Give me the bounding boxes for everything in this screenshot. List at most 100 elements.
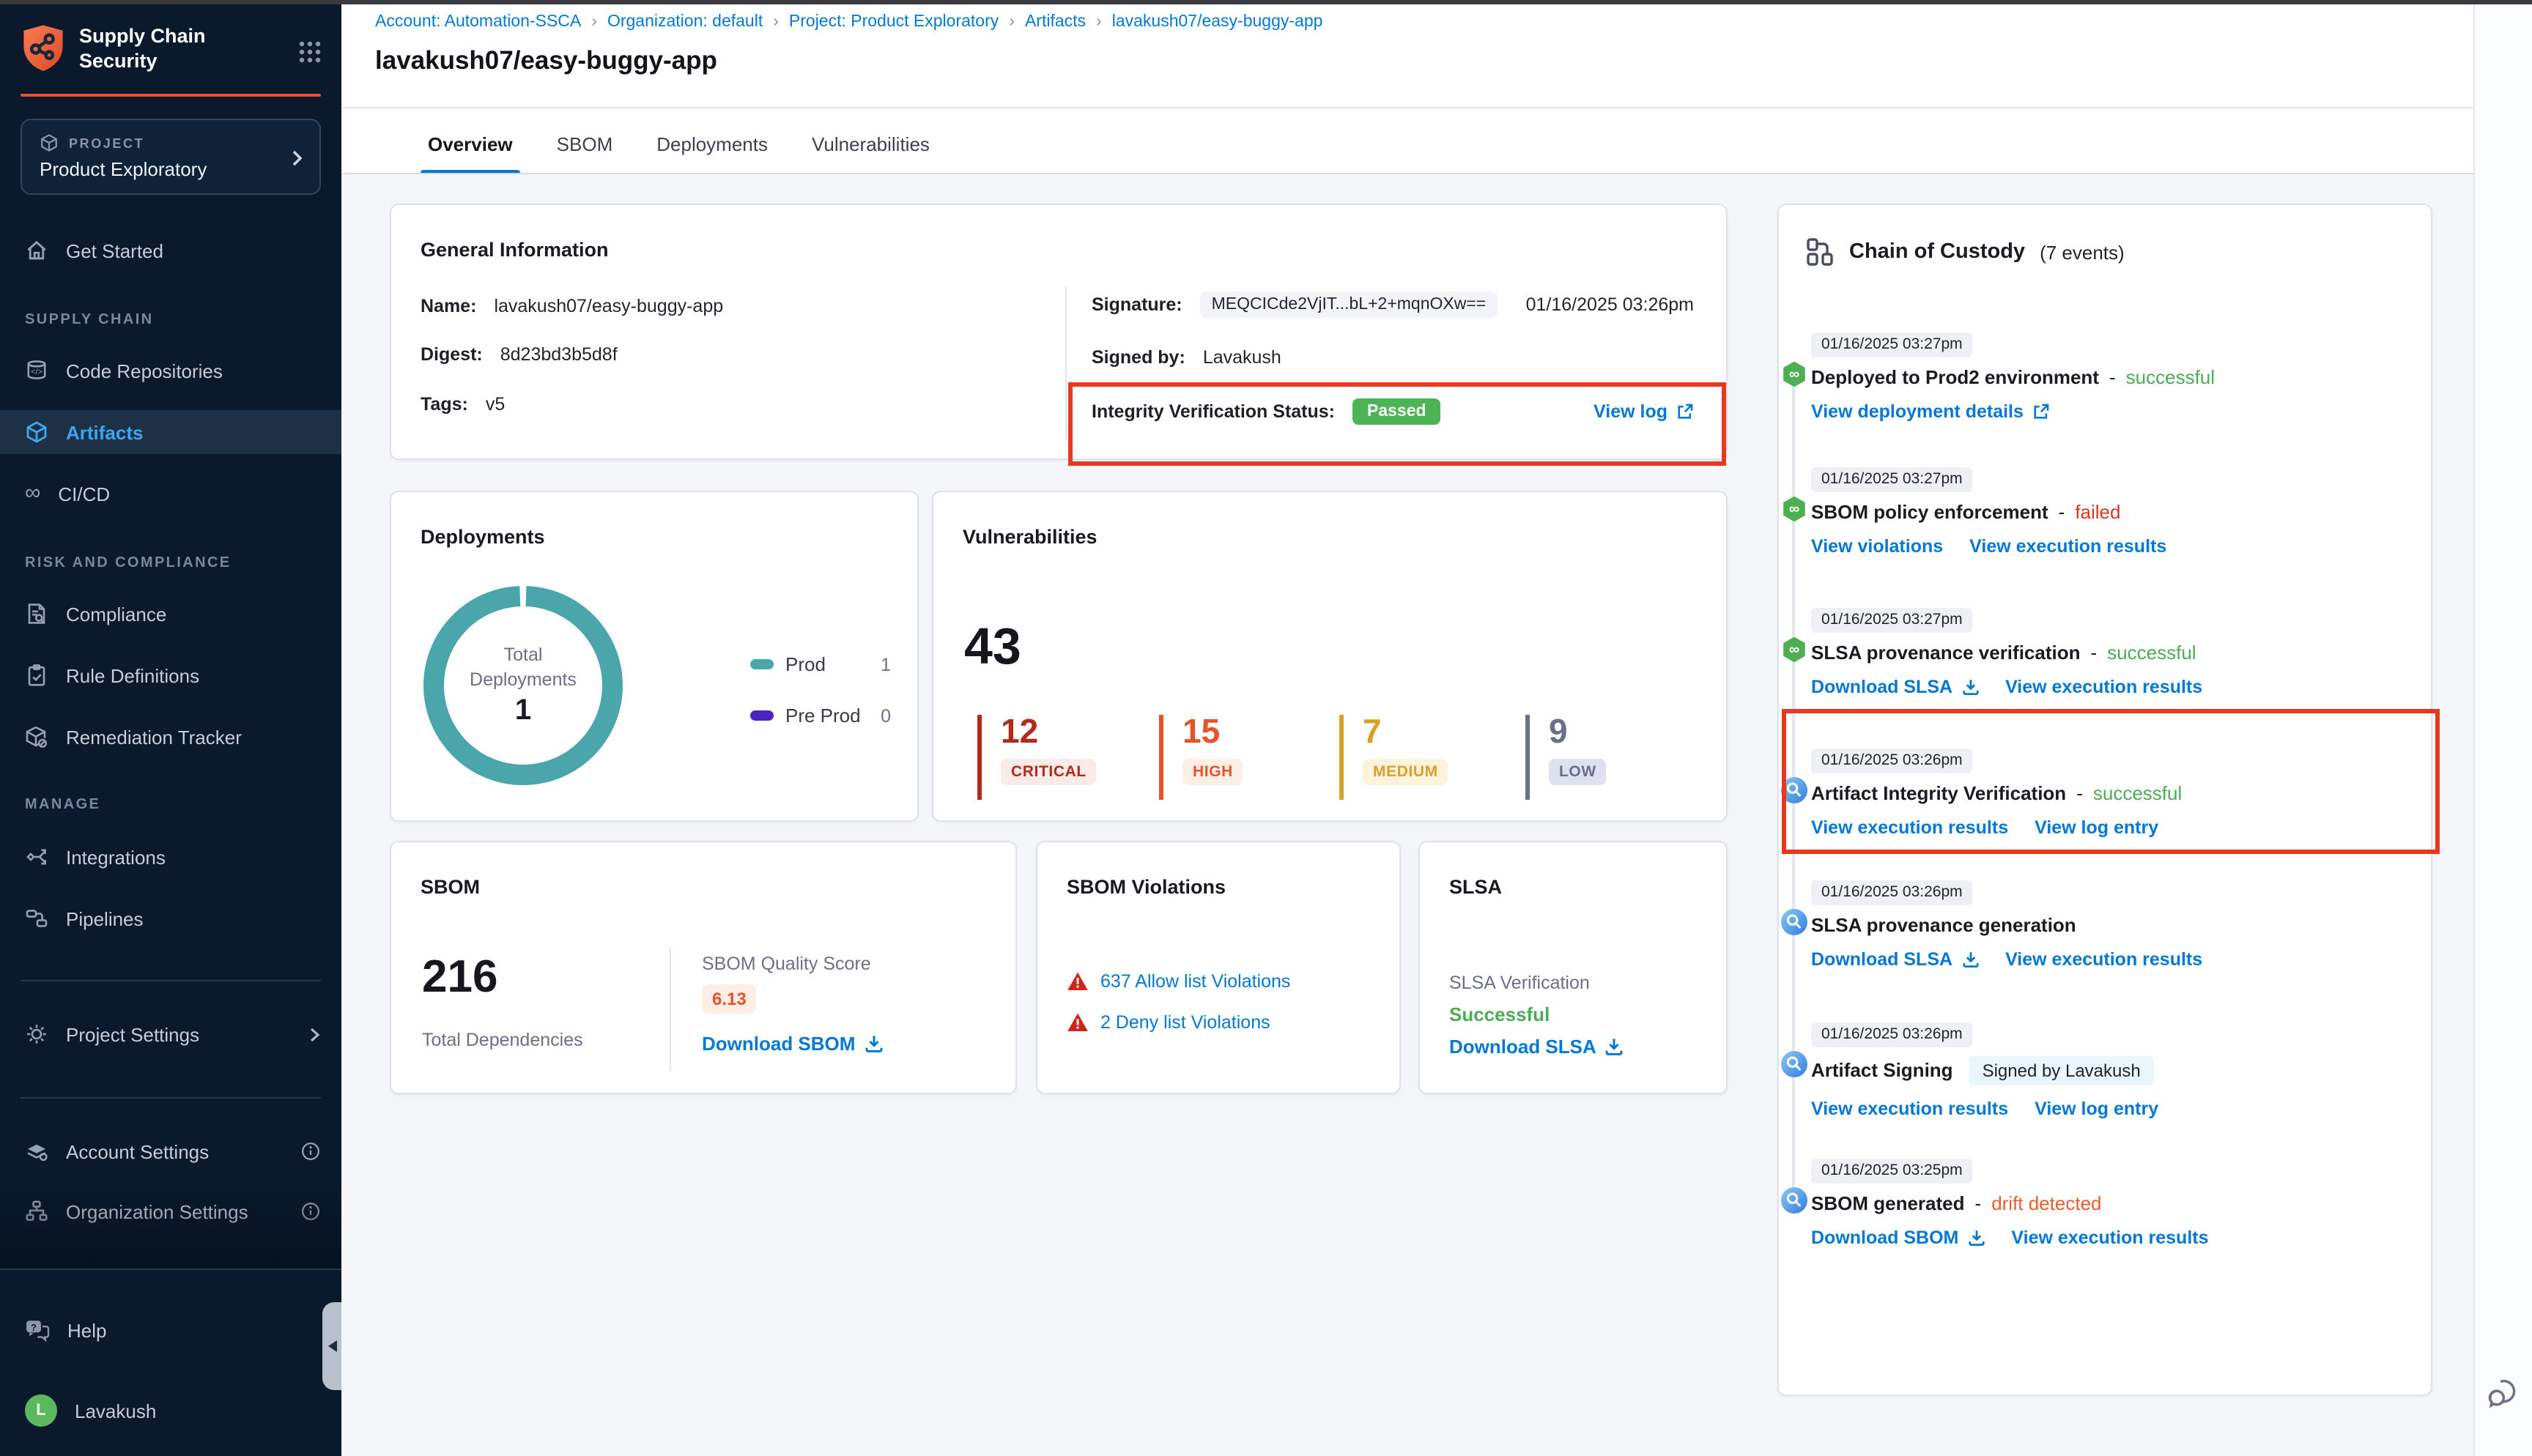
card-title: SBOM Violations xyxy=(1067,876,1226,898)
project-label: PROJECT xyxy=(69,135,144,150)
sidebar-item-get-started[interactable]: Get Started xyxy=(0,229,341,272)
deny-list-violations-link[interactable]: 2 Deny list Violations xyxy=(1100,1012,1270,1033)
view-execution-results-link[interactable]: View execution results xyxy=(2005,948,2202,969)
breadcrumb-artifacts[interactable]: Artifacts xyxy=(1025,13,1086,31)
brand-title: Supply Chain Security xyxy=(79,23,206,74)
breadcrumb-account[interactable]: Account: Automation-SSCA xyxy=(375,13,581,31)
event-title: SBOM policy enforcement xyxy=(1811,500,2048,522)
cube-icon xyxy=(40,133,59,152)
sidebar-item-label: Code Repositories xyxy=(66,360,223,382)
event-title: Artifact Integrity Verification xyxy=(1811,781,2066,803)
breadcrumb-organization[interactable]: Organization: default xyxy=(607,13,763,31)
signature-label: Signature: xyxy=(1092,294,1182,315)
signature-value[interactable]: MEQCICde2VjIT...bL+2+mqnOXw== xyxy=(1200,291,1498,318)
home-icon xyxy=(25,239,48,262)
download-slsa-link[interactable]: Download SLSA xyxy=(1811,948,1979,969)
event-dash: - xyxy=(2109,365,2116,387)
view-execution-results-link[interactable]: View execution results xyxy=(2011,1227,2208,1247)
tab-bar: Overview SBOM Deployments Vulnerabilitie… xyxy=(425,133,933,174)
user-menu[interactable]: L Lavakush xyxy=(0,1389,341,1433)
sidebar-collapse-handle[interactable] xyxy=(322,1302,341,1390)
link-label: View execution results xyxy=(2005,676,2202,697)
vulnerabilities-total: 43 xyxy=(964,618,1021,677)
sidebar-item-project-settings[interactable]: Project Settings xyxy=(0,1012,341,1056)
view-execution-results-link[interactable]: View execution results xyxy=(1811,1098,2008,1118)
svg-text:∞: ∞ xyxy=(1789,642,1799,658)
download-slsa-link[interactable]: Download SLSA xyxy=(1811,676,1979,697)
event-title: SLSA provenance generation xyxy=(1811,913,2076,935)
sidebar-item-account-settings[interactable]: Account Settings xyxy=(0,1129,341,1173)
legend-swatch xyxy=(750,659,774,669)
breadcrumb-project[interactable]: Project: Product Exploratory xyxy=(789,13,999,31)
view-execution-results-link[interactable]: View execution results xyxy=(2005,676,2202,697)
share-nodes-icon xyxy=(25,845,48,869)
signature-row: Signature: MEQCICde2VjIT...bL+2+mqnOXw==… xyxy=(1092,291,1694,318)
chain-of-custody-header: Chain of Custody (7 events) xyxy=(1805,237,2125,267)
artifact-box-icon xyxy=(25,420,48,444)
card-title: SBOM xyxy=(421,876,480,898)
info-circle-icon[interactable] xyxy=(300,1141,321,1162)
sidebar-item-code-repositories[interactable]: </> Code Repositories xyxy=(0,349,341,393)
tags-label: Tags: xyxy=(421,394,468,415)
tab-deployments[interactable]: Deployments xyxy=(654,133,771,174)
view-deployment-details-link[interactable]: View deployment details xyxy=(1811,401,2050,421)
sidebar-item-cicd[interactable]: ∞ CI/CD xyxy=(0,472,341,516)
slsa-verification-label: SLSA Verification xyxy=(1449,973,1590,993)
view-execution-results-link[interactable]: View execution results xyxy=(1969,535,2166,556)
layers-gear-icon xyxy=(25,1140,48,1163)
event-title: SLSA provenance verification xyxy=(1811,641,2081,663)
sidebar-item-artifacts[interactable]: Artifacts xyxy=(0,410,341,454)
link-label: Download SLSA xyxy=(1811,676,1952,697)
sidebar-item-integrations[interactable]: Integrations xyxy=(0,835,341,879)
legend-value: 0 xyxy=(881,705,891,726)
support-chat-icon[interactable] xyxy=(2487,1377,2522,1411)
view-log-link[interactable]: View log xyxy=(1593,401,1694,422)
tab-sbom[interactable]: SBOM xyxy=(554,133,616,174)
tab-overview[interactable]: Overview xyxy=(425,133,516,174)
app-grid-icon[interactable] xyxy=(297,40,322,64)
sidebar-item-remediation-tracker[interactable]: Remediation Tracker xyxy=(0,715,341,759)
sidebar-item-rule-definitions[interactable]: Rule Definitions xyxy=(0,653,341,697)
svg-text:∞: ∞ xyxy=(1789,501,1799,517)
link-label: View execution results xyxy=(2005,948,2202,969)
view-log-entry-link[interactable]: View log entry xyxy=(2035,817,2158,837)
severity-value: 12 xyxy=(1001,715,1097,749)
download-sbom-link[interactable]: Download SBOM xyxy=(702,1033,883,1055)
scan-circle-icon xyxy=(1780,776,1808,804)
sidebar-item-label: Rule Definitions xyxy=(66,664,199,686)
sidebar-item-help[interactable]: ? Help xyxy=(0,1308,341,1352)
download-sbom-link[interactable]: Download SBOM xyxy=(1811,1227,1985,1247)
link-label: View violations xyxy=(1811,535,1943,556)
project-selector[interactable]: PROJECT Product Exploratory xyxy=(21,119,321,195)
breadcrumb-separator: › xyxy=(591,13,597,31)
download-slsa-link[interactable]: Download SLSA xyxy=(1449,1036,1624,1058)
sidebar-item-pipelines[interactable]: Pipelines xyxy=(0,896,341,940)
sidebar-item-compliance[interactable]: Compliance xyxy=(0,592,341,636)
chain-of-custody-icon xyxy=(1805,237,1835,267)
view-execution-results-link[interactable]: View execution results xyxy=(1811,817,2008,837)
name-label: Name: xyxy=(421,296,476,316)
sidebar-footer-divider xyxy=(0,1269,341,1270)
legend-label: Prod xyxy=(785,653,869,675)
timeline-event: 01/16/2025 03:27pm ∞ SBOM policy enforce… xyxy=(1779,464,2416,556)
slsa-verification-status: Successful xyxy=(1449,1003,1550,1025)
allow-list-violations-row: 637 Allow list Violations xyxy=(1067,971,1290,992)
severity-badge: HIGH xyxy=(1182,759,1243,785)
sidebar-item-label: Project Settings xyxy=(66,1023,199,1045)
sidebar-item-label: Get Started xyxy=(66,239,163,261)
tab-vulnerabilities[interactable]: Vulnerabilities xyxy=(809,133,933,174)
chevron-right-icon xyxy=(289,149,305,167)
event-title: SBOM generated xyxy=(1811,1192,1965,1214)
view-violations-link[interactable]: View violations xyxy=(1811,535,1943,556)
timeline-event: 01/16/2025 03:27pm ∞ Deployed to Prod2 e… xyxy=(1779,330,2416,421)
sidebar-item-label: Account Settings xyxy=(66,1140,209,1162)
allow-list-violations-link[interactable]: 637 Allow list Violations xyxy=(1100,971,1290,992)
view-log-entry-link[interactable]: View log entry xyxy=(2035,1098,2158,1118)
donut-center-value: 1 xyxy=(515,695,531,729)
events-count: (7 events) xyxy=(2040,241,2125,263)
digest-label: Digest: xyxy=(421,344,483,365)
brand: Supply Chain Security xyxy=(21,23,206,74)
scan-circle-icon xyxy=(1780,1050,1808,1078)
breadcrumb-current[interactable]: lavakush07/easy-buggy-app xyxy=(1112,13,1323,31)
page-title: lavakush07/easy-buggy-app xyxy=(375,45,717,76)
